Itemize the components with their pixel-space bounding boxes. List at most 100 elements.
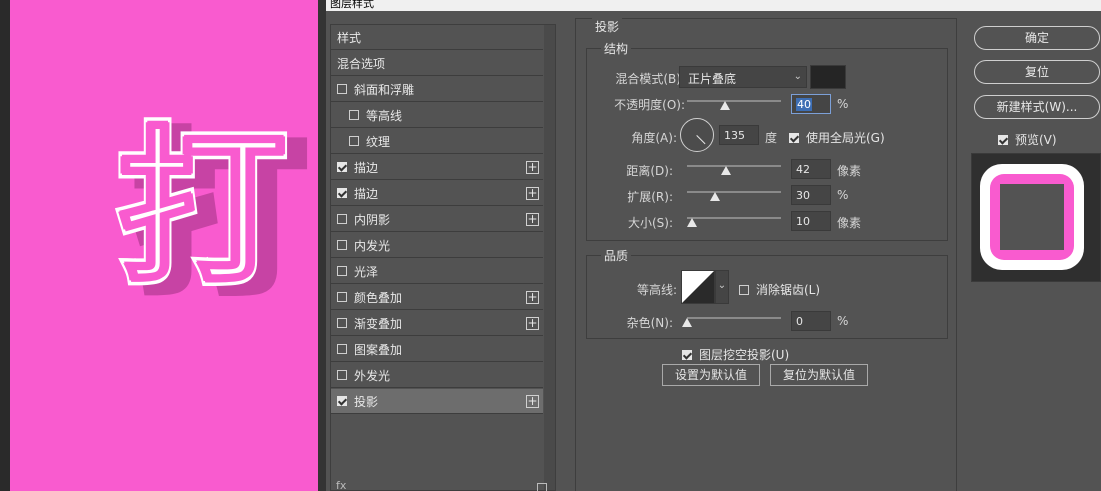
add-effect-icon[interactable]: +: [526, 186, 539, 200]
knockout-label: 图层挖空投影(U): [699, 348, 790, 362]
dialog-title: 图层样式: [330, 0, 374, 10]
style-item-checkbox[interactable]: [337, 162, 347, 172]
add-effect-icon[interactable]: +: [526, 394, 539, 408]
size-input[interactable]: 10: [791, 211, 831, 231]
style-item-label: 光泽: [354, 264, 379, 279]
trash-icon[interactable]: [537, 483, 547, 491]
angle-label: 角度(A):: [631, 131, 677, 145]
global-light-option[interactable]: 使用全局光(G): [789, 129, 885, 146]
canvas-character: 打: [117, 109, 288, 308]
style-list-item[interactable]: 描边 +: [331, 155, 543, 180]
style-item-checkbox[interactable]: [349, 110, 359, 120]
opacity-slider[interactable]: [687, 100, 781, 102]
preview-outer-stroke: [980, 164, 1084, 270]
dialog-titlebar[interactable]: 图层样式: [326, 0, 1101, 11]
noise-slider[interactable]: [687, 317, 781, 319]
style-item-checkbox[interactable]: [337, 344, 347, 354]
style-list-item[interactable]: 外发光: [331, 363, 543, 388]
noise-unit: %: [837, 314, 849, 328]
spread-slider-thumb[interactable]: [710, 192, 721, 201]
add-effect-icon[interactable]: +: [526, 212, 539, 226]
style-list-item[interactable]: 图案叠加: [331, 337, 543, 362]
size-slider[interactable]: [687, 217, 781, 219]
opacity-label: 不透明度(O):: [614, 98, 685, 112]
style-list-item[interactable]: 内阴影 +: [331, 207, 543, 232]
ok-button[interactable]: 确定: [974, 26, 1100, 50]
reset-button[interactable]: 复位: [974, 60, 1100, 84]
style-item-checkbox[interactable]: [337, 266, 347, 276]
reset-default-button[interactable]: 复位为默认值: [770, 364, 868, 386]
style-list-item[interactable]: 投影 +: [331, 389, 543, 414]
size-slider-thumb[interactable]: [686, 218, 697, 227]
style-item-label: 颜色叠加: [354, 290, 403, 305]
distance-input[interactable]: 42: [791, 159, 831, 179]
distance-slider-thumb[interactable]: [721, 166, 732, 175]
canvas-border: [318, 0, 326, 491]
style-item-label: 描边: [354, 186, 379, 201]
anti-alias-label: 消除锯齿(L): [756, 283, 821, 297]
add-effect-icon[interactable]: +: [526, 316, 539, 330]
size-unit: 像素: [837, 216, 862, 230]
distance-slider[interactable]: [687, 165, 781, 167]
style-item-label: 外发光: [354, 368, 391, 383]
layer-style-dialog: 图层样式 样式 混合选项 斜面和浮雕 等高线 纹理 描边 + 描边 + 内阴影 + 内发光 光泽 颜色叠加…: [326, 0, 1101, 491]
new-style-button[interactable]: 新建样式(W)...: [974, 95, 1100, 119]
style-list-item[interactable]: 描边 +: [331, 181, 543, 206]
preview-checkbox[interactable]: [998, 134, 1008, 145]
style-list: 样式 混合选项 斜面和浮雕 等高线 纹理 描边 + 描边 + 内阴影 + 内发光 光泽 颜色叠加 + 渐变叠加…: [330, 24, 556, 491]
add-effect-icon[interactable]: +: [526, 160, 539, 174]
style-list-item[interactable]: 内发光: [331, 233, 543, 258]
style-item-label: 样式: [337, 30, 362, 45]
style-item-checkbox[interactable]: [337, 318, 347, 328]
style-list-scrollbar[interactable]: [544, 25, 555, 490]
style-list-item[interactable]: 纹理: [331, 129, 543, 154]
opacity-input[interactable]: 40: [791, 94, 831, 114]
style-list-item[interactable]: 混合选项: [331, 51, 543, 76]
spread-unit: %: [837, 188, 849, 202]
contour-dropdown[interactable]: ⌄: [715, 270, 729, 304]
style-item-checkbox[interactable]: [337, 292, 347, 302]
anti-alias-option[interactable]: 消除锯齿(L): [739, 281, 820, 298]
blend-mode-label: 混合模式(B):: [615, 72, 685, 86]
noise-slider-thumb[interactable]: [682, 318, 692, 327]
size-label: 大小(S):: [627, 216, 673, 230]
blend-mode-select[interactable]: 正片叠底 ⌄: [679, 66, 807, 88]
style-item-checkbox[interactable]: [337, 214, 347, 224]
style-list-item[interactable]: 样式: [331, 25, 543, 50]
style-item-label: 纹理: [366, 134, 391, 149]
style-list-item[interactable]: 光泽: [331, 259, 543, 284]
structure-group: 结构 混合模式(B): 正片叠底 ⌄ 不透明度(O): 40 % 角度(A): …: [586, 40, 948, 241]
style-list-item[interactable]: 渐变叠加 +: [331, 311, 543, 336]
fx-icon[interactable]: fx: [336, 479, 346, 491]
style-list-item[interactable]: 颜色叠加 +: [331, 285, 543, 310]
preview-inner-stroke: [990, 174, 1074, 260]
spread-slider[interactable]: [687, 191, 781, 193]
document-canvas: 打 打 打: [10, 0, 318, 491]
noise-label: 杂色(N):: [626, 316, 673, 330]
style-item-checkbox[interactable]: [337, 240, 347, 250]
style-item-checkbox[interactable]: [337, 396, 347, 406]
preview-option[interactable]: 预览(V): [998, 131, 1057, 148]
style-item-checkbox[interactable]: [337, 84, 347, 94]
contour-preview[interactable]: [681, 270, 715, 304]
knockout-checkbox[interactable]: [682, 349, 692, 360]
global-light-label: 使用全局光(G): [806, 131, 885, 145]
opacity-slider-thumb[interactable]: [719, 101, 730, 110]
style-item-checkbox[interactable]: [337, 370, 347, 380]
style-item-checkbox[interactable]: [337, 188, 347, 198]
anti-alias-checkbox[interactable]: [739, 284, 749, 295]
style-item-checkbox[interactable]: [349, 136, 359, 146]
spread-input[interactable]: 30: [791, 185, 831, 205]
noise-input[interactable]: 0: [791, 311, 831, 331]
style-list-item[interactable]: 等高线: [331, 103, 543, 128]
set-default-button[interactable]: 设置为默认值: [662, 364, 760, 386]
add-effect-icon[interactable]: +: [526, 290, 539, 304]
shadow-color-swatch[interactable]: [810, 65, 846, 89]
global-light-checkbox[interactable]: [789, 132, 799, 143]
structure-title: 结构: [601, 40, 632, 57]
knockout-option[interactable]: 图层挖空投影(U): [682, 346, 789, 363]
angle-input[interactable]: 135: [719, 125, 759, 145]
preview-label: 预览(V): [1015, 133, 1057, 147]
angle-dial[interactable]: [680, 118, 714, 152]
style-list-item[interactable]: 斜面和浮雕: [331, 77, 543, 102]
